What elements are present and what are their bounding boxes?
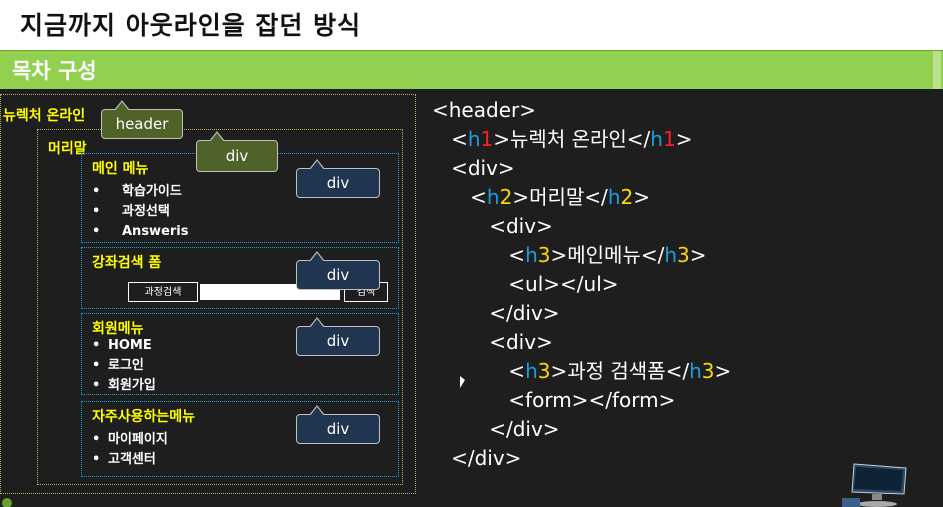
demo-member-list: • HOME • 로그인 • 회원가입 — [92, 336, 156, 396]
list-item: • 로그인 — [92, 358, 144, 373]
search-label: 과정검색 — [128, 282, 198, 302]
code-line: <h1>뉴렉처 온라인</h1> — [451, 127, 693, 151]
callout-div-member: div — [296, 317, 380, 356]
code-line: <div> — [451, 156, 515, 180]
code-block: <header> <h1>뉴렉처 온라인</h1> <div> <h2>머리말<… — [432, 96, 731, 473]
brand-logo — [0, 496, 160, 507]
callout-header: header — [101, 100, 183, 139]
code-line: <ul></ul> — [508, 272, 619, 296]
code-line: </div> — [489, 301, 560, 325]
cursor-icon — [460, 376, 465, 388]
code-line: <h3>과정 검색폼</h3> — [508, 359, 732, 383]
callout-div-search: div — [296, 251, 380, 290]
callout-div-menu: div — [296, 159, 380, 198]
code-line: <header> — [432, 98, 536, 122]
list-item: • 회원가입 — [92, 378, 156, 393]
code-line: <div> — [489, 214, 553, 238]
code-line: <h3>메인메뉴</h3> — [508, 243, 707, 267]
callout-div-head: div — [196, 131, 278, 172]
list-item: • 과정선택 — [92, 204, 170, 219]
list-item: • 마이페이지 — [92, 432, 168, 447]
monitor-icon — [842, 463, 907, 507]
section-bar-edge — [933, 51, 941, 89]
code-line: <div> — [489, 330, 553, 354]
section-bar: 목차 구성 — [0, 50, 943, 89]
demo-search-title: 강좌검색 폼 — [92, 255, 162, 271]
demo-frequent-title: 자주사용하는메뉴 — [92, 409, 196, 425]
code-line: </div> — [451, 446, 522, 470]
list-item: • 학습가이드 — [92, 184, 182, 199]
demo-frequent-list: • 마이페이지 • 고객센터 — [92, 430, 168, 470]
slide-title: 지금까지 아웃라인을 잡던 방식 — [20, 11, 362, 40]
demo-menu-list: • 학습가이드 • 과정선택 • Answeris — [92, 182, 189, 242]
demo-h1-text: 뉴렉처 온라인 — [3, 108, 86, 124]
code-line: </div> — [489, 417, 560, 441]
list-item: • 고객센터 — [92, 452, 156, 467]
list-item: • HOME — [92, 338, 152, 353]
callout-div-frequent: div — [296, 405, 380, 444]
list-item: • Answeris — [92, 224, 189, 239]
demo-menu-title: 메인 메뉴 — [92, 161, 149, 177]
code-line: <form></form> — [508, 388, 676, 412]
logo-icon — [2, 498, 12, 507]
code-line: <h2>머리말</h2> — [470, 185, 650, 209]
demo-member-title: 회원메뉴 — [92, 321, 144, 337]
slide-title-bar: 지금까지 아웃라인을 잡던 방식 — [0, 0, 943, 50]
section-title: 목차 구성 — [12, 59, 97, 83]
